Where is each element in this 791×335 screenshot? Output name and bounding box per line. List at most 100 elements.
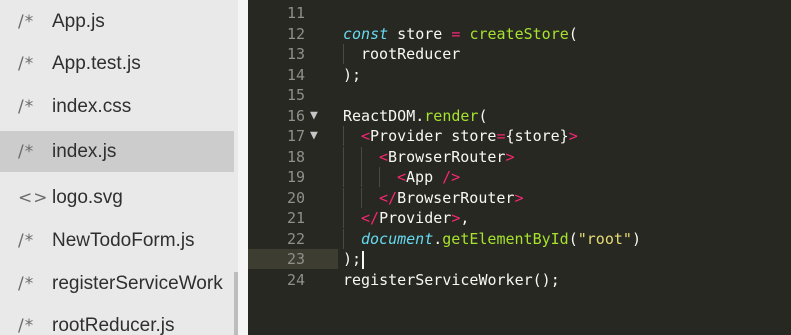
fold-arrow-icon[interactable]: ▼ [310,126,318,146]
code-token: getElementById [442,230,569,248]
file-item[interactable]: /* registerServiceWork [0,263,234,304]
code-token: . [415,107,425,125]
code-line[interactable]: 12 const store = createStore( [248,24,791,44]
line-gutter: 22 [248,229,338,249]
indent-guide [361,167,379,187]
js-comment-icon: /* [18,53,35,74]
code-token: BrowserRouter [397,189,515,207]
file-name: App.js [52,10,105,32]
line-number: 11 [286,4,305,22]
code-line[interactable]: 11 [248,3,791,23]
indent-guide [343,126,361,146]
line-number: 13 [286,45,305,63]
code-line[interactable]: 15 [248,85,791,105]
code-token: registerServiceWorker(); [343,271,560,289]
code-content: registerServiceWorker(); [343,270,560,290]
code-line[interactable]: 16 ▼ ReactDOM.render( [248,106,791,126]
code-token: > [568,127,578,145]
line-number: 23 [286,250,305,268]
line-gutter: 15 [248,85,338,105]
code-line[interactable]: 22 document.getElementById("root") [248,229,791,249]
code-token: BrowserRouter [388,148,506,166]
code-line[interactable]: 24 registerServiceWorker(); [248,270,791,290]
line-number: 17 [286,127,305,145]
code-token: ); [343,250,362,268]
code-token: ( [568,230,578,248]
line-gutter: 23 [248,249,338,269]
code-token: , [460,209,470,227]
code-content: rootReducer [343,44,460,64]
markup-icon: <> [18,187,49,208]
file-name: NewTodoForm.js [52,229,195,251]
code-token: Provider [379,209,452,227]
line-number: 22 [286,230,305,248]
code-content: ); [343,65,361,85]
line-number: 14 [286,66,305,84]
code-line[interactable]: 20 </BrowserRouter> [248,188,791,208]
code-line[interactable]: 18 <BrowserRouter> [248,147,791,167]
file-item[interactable]: /* App.js [0,1,234,42]
file-item[interactable]: /* App.test.js [0,43,234,84]
js-comment-icon: /* [18,230,35,251]
indent-guide [361,188,379,208]
code-line[interactable]: 13 rootReducer [248,44,791,64]
file-name: index.css [52,95,132,117]
line-gutter: 24 [248,270,338,290]
code-token: createStore [469,25,569,43]
pane-divider[interactable] [238,0,248,335]
fold-arrow-icon[interactable]: ▼ [310,106,318,126]
line-gutter: 21 [248,208,338,228]
line-gutter: 11 [248,3,338,23]
text-cursor [362,250,365,269]
code-line[interactable]: 17 ▼ <Provider store={store}> [248,126,791,146]
line-gutter: 14 [248,65,338,85]
line-number: 24 [286,271,305,289]
code-editor[interactable]: 11 12 const store = createStore(13 rootRedu… [248,0,791,335]
code-content: <BrowserRouter> [343,147,514,167]
code-token: < [379,148,389,166]
code-line[interactable]: 14); [248,65,791,85]
line-number: 19 [286,168,305,186]
code-content: ReactDOM.render( [343,106,488,126]
line-gutter: 12 [248,24,338,44]
js-comment-icon: /* [18,315,35,335]
indent-guide [361,147,379,167]
indent-guide [343,167,361,187]
file-item[interactable]: /* NewTodoForm.js [0,220,234,261]
code-token: const [343,25,389,43]
code-line[interactable]: 23); [248,249,791,269]
code-line[interactable]: 19 <App /> [248,167,791,187]
code-token: App [406,168,434,186]
file-item[interactable]: <> logo.svg [0,177,234,218]
code-token: = [496,127,506,145]
code-token: < [397,168,407,186]
code-token: ReactDOM [343,107,416,125]
file-item[interactable]: /* index.css [0,86,234,127]
line-number: 16 [286,107,305,125]
indent-guide [343,147,361,167]
code-token: > [514,189,524,207]
code-token: ) [631,230,641,248]
code-content: <App /> [343,167,460,187]
file-name: App.test.js [52,52,141,74]
code-content: <Provider store={store}> [343,126,578,146]
code-token: ( [478,107,488,125]
line-gutter: 17 ▼ [248,126,338,146]
line-number: 15 [286,86,305,104]
indent-guide [379,167,397,187]
code-token: ( [568,25,578,43]
js-comment-icon: /* [18,273,35,294]
line-gutter: 13 [248,44,338,64]
line-gutter: 18 [248,147,338,167]
code-token: </ [361,209,380,227]
code-content: const store = createStore( [343,24,578,44]
file-name: rootReducer.js [52,314,175,335]
code-token: </ [379,189,398,207]
code-line[interactable]: 21 </Provider>, [248,208,791,228]
file-item[interactable]: /* index.js [0,131,234,172]
indent-guide [343,208,361,228]
file-item[interactable]: /* rootReducer.js [0,305,234,335]
line-number: 20 [286,189,305,207]
file-name: index.js [52,140,117,162]
line-number: 21 [286,209,305,227]
